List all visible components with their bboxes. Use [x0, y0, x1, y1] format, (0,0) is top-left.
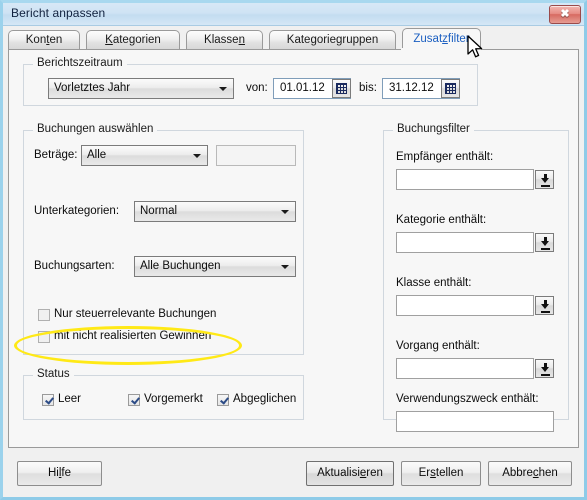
klasse-input[interactable] — [396, 295, 534, 316]
button-label-part: fe — [61, 467, 72, 479]
label-klasse-enthaelt: Klasse enthält: — [396, 277, 472, 289]
label-unterkategorien: Unterkategorien: — [34, 205, 120, 217]
amounts-combobox[interactable]: Alle — [81, 145, 208, 166]
dialog-window: Bericht anpassen ✖ Konten Kategorien Kla… — [0, 0, 587, 500]
label-von: von: — [246, 82, 268, 94]
button-label-part: Aktualisi — [317, 467, 360, 479]
group-buchungen-auswaehlen: Buchungen auswählen Beträge: Alle Unterk… — [23, 123, 304, 355]
kategorie-input[interactable] — [396, 232, 534, 253]
tab-konten[interactable]: Konten — [8, 30, 80, 50]
group-title-buchungsfilter: Buchungsfilter — [393, 123, 474, 135]
checkbox-label: Leer — [58, 393, 82, 405]
group-title-status: Status — [33, 368, 74, 380]
insert-down-arrow-icon — [541, 300, 550, 313]
calendar-icon — [336, 83, 347, 94]
close-icon: ✖ — [560, 8, 570, 20]
tab-label-part: Klasse — [204, 34, 239, 46]
checkbox-box — [128, 394, 140, 406]
klasse-picker-button[interactable] — [535, 296, 554, 315]
subcategories-value: Normal — [140, 205, 178, 217]
booking-types-combobox[interactable]: Alle Buchungen — [134, 256, 296, 277]
group-berichtszeitraum: Berichtszeitraum Vorletztes Jahr von: 01… — [23, 57, 478, 106]
check-icon — [131, 395, 139, 405]
checkbox-label: Vorgemerkt — [144, 393, 203, 405]
period-to-value: 31.12.12 — [389, 82, 434, 94]
check-icon — [45, 395, 53, 405]
button-label-part: Abbre — [502, 467, 533, 479]
tab-label-part: Zusat — [413, 33, 443, 45]
group-title-buchungen: Buchungen auswählen — [33, 123, 158, 135]
checkbox-box — [38, 331, 50, 343]
booking-types-value: Alle Buchungen — [140, 260, 221, 272]
close-button[interactable]: ✖ — [549, 5, 581, 24]
label-verwendungszweck-enthaelt: Verwendungszweck enthält: — [396, 393, 539, 405]
label-buchungsarten: Buchungsarten: — [34, 260, 115, 272]
amounts-value: Alle — [87, 149, 107, 161]
create-button[interactable]: Erstellen — [401, 461, 481, 486]
window-title: Bericht anpassen — [11, 6, 106, 20]
button-label-part: ren — [366, 467, 383, 479]
tab-label-part: Kon — [25, 34, 47, 46]
checkbox-box — [38, 309, 50, 321]
insert-down-arrow-icon — [541, 237, 550, 250]
period-to-calendar-button[interactable] — [441, 79, 460, 98]
chevron-down-icon — [219, 87, 227, 91]
chevron-down-icon — [193, 154, 201, 158]
tab-label-part: filter — [447, 33, 470, 45]
button-label-part: Hi — [47, 467, 59, 479]
label-kategorie-enthaelt: Kategorie enthält: — [396, 214, 487, 226]
amounts-extra-input[interactable] — [216, 145, 296, 166]
cancel-button[interactable]: Abbrechen — [488, 461, 572, 486]
period-from-value: 01.01.12 — [280, 82, 325, 94]
checkbox-label: mit nicht realisierten Gewinnen — [54, 330, 212, 342]
period-preset-value: Vorletztes Jahr — [54, 82, 131, 94]
title-bar: Bericht anpassen ✖ — [3, 3, 584, 26]
checkbox-label: Nur steuerrelevante Buchungen — [54, 308, 217, 320]
subcategories-combobox[interactable]: Normal — [134, 201, 296, 222]
insert-down-arrow-icon — [541, 363, 550, 376]
checkbox-box — [217, 394, 229, 406]
refresh-button[interactable]: Aktualisieren — [306, 461, 394, 486]
dialog-button-bar: Hilfe Aktualisieren Erstellen Abbrechen — [8, 451, 579, 493]
verwendungszweck-input[interactable] — [396, 411, 554, 432]
empfaenger-picker-button[interactable] — [535, 170, 554, 189]
checkbox-label: Abgeglichen — [233, 393, 297, 405]
empfaenger-input[interactable] — [396, 169, 534, 190]
label-empfaenger-enthaelt: Empfänger enthält: — [396, 151, 494, 163]
insert-down-arrow-icon — [541, 174, 550, 187]
tab-kategoriegruppen[interactable]: Kategoriegruppen — [269, 30, 396, 50]
chevron-down-icon — [281, 265, 289, 269]
tab-kategorien[interactable]: Kategorien — [86, 30, 180, 50]
group-buchungsfilter: Buchungsfilter Empfänger enthält: Katego… — [383, 123, 569, 432]
help-button[interactable]: Hilfe — [17, 461, 102, 486]
tab-accel-key: n — [238, 34, 245, 46]
kategorie-picker-button[interactable] — [535, 233, 554, 252]
calendar-icon — [445, 83, 456, 94]
tab-klassen[interactable]: Klassen — [186, 30, 263, 50]
tab-strip: Konten Kategorien Klassen Kategoriegrupp… — [8, 28, 579, 51]
tab-page-joint — [401, 48, 481, 51]
chevron-down-icon — [281, 210, 289, 214]
button-label-part: hen — [538, 467, 558, 479]
vorgang-input[interactable] — [396, 358, 534, 379]
period-preset-combobox[interactable]: Vorletztes Jahr — [48, 78, 234, 99]
tab-accel-key: K — [105, 34, 113, 46]
label-vorgang-enthaelt: Vorgang enthält: — [396, 340, 480, 352]
group-status: Status Leer Vorgemerkt Abgeglichen — [23, 368, 304, 420]
vorgang-picker-button[interactable] — [535, 359, 554, 378]
label-bis: bis: — [359, 82, 377, 94]
tab-label-part: Kategoriegruppen — [286, 34, 379, 46]
checkbox-box — [42, 394, 54, 406]
button-label-part: Er — [418, 467, 431, 479]
tab-label-part: ategorien — [112, 34, 161, 46]
tab-page-zusatzfilter: Berichtszeitraum Vorletztes Jahr von: 01… — [8, 49, 579, 448]
label-betraege: Beträge: — [34, 149, 78, 161]
group-title-berichtszeitraum: Berichtszeitraum — [33, 57, 127, 69]
period-from-calendar-button[interactable] — [332, 79, 351, 98]
check-icon — [220, 395, 228, 405]
tab-label-part: en — [49, 34, 63, 46]
button-label-part: tellen — [435, 467, 464, 479]
